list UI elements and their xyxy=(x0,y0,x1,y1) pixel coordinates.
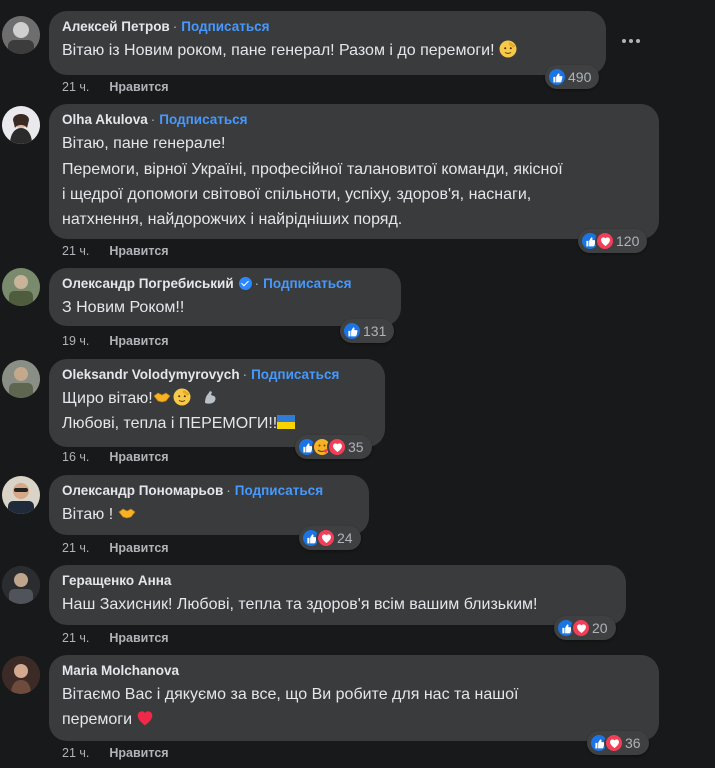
comment-text: Вітаю із Новим роком, пане генерал! Разо… xyxy=(62,42,495,59)
timestamp[interactable]: 21 ч. xyxy=(62,80,89,94)
reaction-count: 24 xyxy=(337,530,353,546)
avatar[interactable] xyxy=(2,16,40,54)
reaction-count: 120 xyxy=(616,233,640,249)
reaction-count: 490 xyxy=(568,69,592,85)
comment-text: Любові, тепла і ПЕРЕМОГИ!! xyxy=(62,415,278,432)
reaction-count: 35 xyxy=(348,439,364,455)
like-button[interactable]: Нравится xyxy=(109,541,168,555)
follow-button[interactable]: Подписаться xyxy=(181,19,269,34)
comment-bubble: Алексей Петров · Подписаться Вітаю із Нови… xyxy=(49,11,606,75)
comment-bubble: Олександр Погребиський · Подписаться З Нов… xyxy=(49,268,401,326)
comment-text-line: перемоги xyxy=(62,711,133,728)
comment-text: Вітаю ! xyxy=(62,506,114,523)
comment-text: Щиро вітаю! xyxy=(62,390,153,407)
comment-text-line: Вітаємо Вас і дякуємо за все, що Ви роби… xyxy=(62,686,519,703)
comment-bubble: Oleksandr Volodymyrovych · Подписаться Щир… xyxy=(49,359,385,447)
reaction-summary[interactable]: 36 xyxy=(587,731,649,755)
avatar[interactable] xyxy=(2,268,40,306)
ukraine-flag-icon xyxy=(277,415,295,429)
reaction-summary[interactable]: 120 xyxy=(578,229,648,253)
follow-button[interactable]: Подписаться xyxy=(235,483,323,498)
like-button[interactable]: Нравится xyxy=(109,631,168,645)
follow-button[interactable]: Подписаться xyxy=(263,276,351,291)
comment-text-line: натхнення, найдорожчих і найрідніших пор… xyxy=(62,211,403,228)
red-heart-icon xyxy=(136,709,154,727)
verified-badge-icon xyxy=(238,277,252,290)
reaction-count: 36 xyxy=(625,735,641,751)
avatar[interactable] xyxy=(2,106,40,144)
love-reaction-icon xyxy=(595,231,615,251)
reaction-summary[interactable]: 24 xyxy=(299,526,361,550)
love-reaction-icon xyxy=(604,733,624,753)
timestamp[interactable]: 21 ч. xyxy=(62,541,89,555)
reaction-summary[interactable]: 35 xyxy=(295,435,372,459)
like-button[interactable]: Нравится xyxy=(109,244,168,258)
reaction-count: 20 xyxy=(592,620,608,636)
author-name[interactable]: Maria Molchanova xyxy=(62,663,179,678)
avatar[interactable] xyxy=(2,476,40,514)
timestamp[interactable]: 21 ч. xyxy=(62,746,89,760)
more-options-button[interactable] xyxy=(620,33,642,49)
timestamp[interactable]: 21 ч. xyxy=(62,631,89,645)
comment-text: З Новим Роком!! xyxy=(62,299,185,316)
salute-face-icon xyxy=(499,40,517,58)
author-name[interactable]: Олександр Пономарьов xyxy=(62,483,223,498)
flexed-arm-icon xyxy=(201,388,219,406)
reaction-count: 131 xyxy=(363,323,387,339)
like-button[interactable]: Нравится xyxy=(109,80,168,94)
handshake-icon xyxy=(118,504,136,522)
comment-bubble: Геращенко Анна Наш Захисник! Любові, теп… xyxy=(49,565,626,625)
like-reaction-icon xyxy=(547,67,567,87)
comment-text: Наш Захисник! Любові, тепла та здоров'я … xyxy=(62,596,538,613)
comment-bubble: Olha Akulova · Подписаться Вітаю, пане ген… xyxy=(49,104,659,239)
comment-text-line: Перемоги, вірної Україні, професійної та… xyxy=(62,161,563,178)
timestamp[interactable]: 16 ч. xyxy=(62,450,89,464)
comment-text-line: Вітаю, пане генерале! xyxy=(62,135,226,152)
like-button[interactable]: Нравится xyxy=(109,334,168,348)
reaction-summary[interactable]: 131 xyxy=(340,319,395,343)
love-reaction-icon xyxy=(316,528,336,548)
author-name[interactable]: Геращенко Анна xyxy=(62,573,171,588)
comment-bubble: Maria Molchanova Вітаємо Вас і дякуємо з… xyxy=(49,655,659,741)
avatar[interactable] xyxy=(2,656,40,694)
reaction-summary[interactable]: 490 xyxy=(545,65,600,89)
like-button[interactable]: Нравится xyxy=(109,450,168,464)
author-name[interactable]: Олександр Погребиський xyxy=(62,276,234,291)
timestamp[interactable]: 19 ч. xyxy=(62,334,89,348)
author-name[interactable]: Oleksandr Volodymyrovych xyxy=(62,367,240,382)
like-reaction-icon xyxy=(342,321,362,341)
avatar[interactable] xyxy=(2,566,40,604)
handshake-icon xyxy=(153,388,171,406)
salute-face-icon xyxy=(173,388,191,406)
love-reaction-icon xyxy=(327,437,347,457)
follow-button[interactable]: Подписаться xyxy=(159,112,247,127)
timestamp[interactable]: 21 ч. xyxy=(62,244,89,258)
like-button[interactable]: Нравится xyxy=(109,746,168,760)
author-name[interactable]: Алексей Петров xyxy=(62,19,170,34)
reaction-summary[interactable]: 20 xyxy=(554,616,616,640)
author-name[interactable]: Olha Akulova xyxy=(62,112,148,127)
comment-text-line: і щедрої допомоги світової спільноти, ус… xyxy=(62,186,532,203)
follow-button[interactable]: Подписаться xyxy=(251,367,339,382)
avatar[interactable] xyxy=(2,360,40,398)
love-reaction-icon xyxy=(571,618,591,638)
